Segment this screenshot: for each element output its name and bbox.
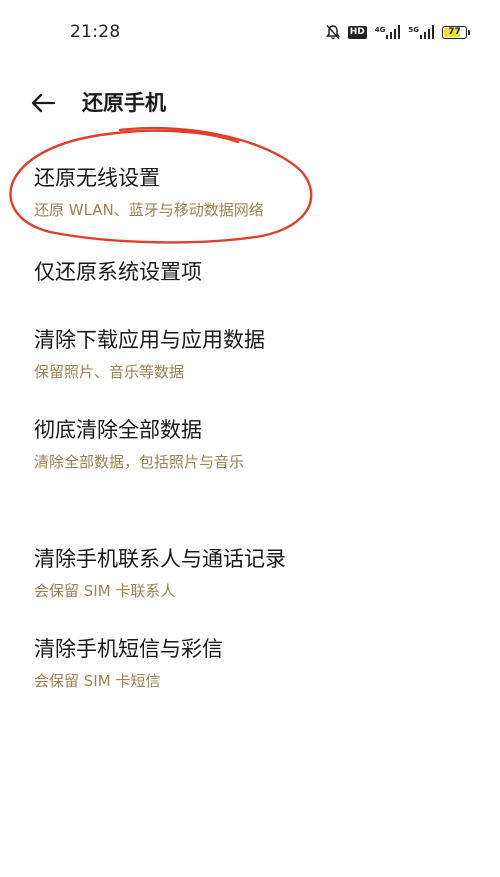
menu-item-clear-contacts[interactable]: 清除手机联系人与通话记录 会保留 SIM 卡联系人	[0, 545, 500, 615]
signal-4g-icon: 4G	[375, 25, 401, 39]
item-subtitle: 保留照片、音乐等数据	[34, 363, 185, 381]
status-time: 21:28	[70, 22, 121, 42]
net1-label: 4G	[374, 26, 386, 34]
battery-level: 77	[448, 26, 461, 37]
back-button[interactable]	[28, 88, 58, 118]
signal-5g-icon: 5G	[408, 25, 434, 39]
menu-item-reset-system-settings[interactable]: 仅还原系统设置项	[0, 258, 500, 302]
bell-mute-icon	[325, 24, 340, 40]
battery-body: 77	[442, 25, 467, 39]
battery-icon: 77	[442, 25, 470, 39]
menu-item-clear-apps[interactable]: 清除下载应用与应用数据 保留照片、音乐等数据	[0, 326, 500, 396]
arrow-left-icon	[31, 93, 56, 113]
item-title: 清除手机联系人与通话记录	[34, 547, 286, 571]
item-subtitle: 还原 WLAN、蓝牙与移动数据网络	[34, 201, 264, 219]
status-bar: 21:28 HD 4G 5G 77	[0, 0, 500, 64]
item-title: 彻底清除全部数据	[34, 418, 202, 442]
page-header: 还原手机	[0, 80, 500, 126]
menu-item-clear-messages[interactable]: 清除手机短信与彩信 会保留 SIM 卡短信	[0, 635, 500, 705]
item-title: 清除手机短信与彩信	[34, 637, 223, 661]
item-title: 仅还原系统设置项	[34, 260, 202, 284]
item-title: 清除下载应用与应用数据	[34, 328, 265, 352]
hd-icon: HD	[347, 25, 367, 39]
item-subtitle: 清除全部数据，包括照片与音乐	[34, 453, 245, 471]
item-title: 还原无线设置	[34, 166, 160, 190]
item-subtitle: 会保留 SIM 卡联系人	[34, 582, 176, 600]
battery-nub	[468, 29, 470, 35]
menu-item-reset-wireless[interactable]: 还原无线设置 还原 WLAN、蓝牙与移动数据网络	[0, 164, 500, 234]
item-subtitle: 会保留 SIM 卡短信	[34, 672, 161, 690]
status-icons: HD 4G 5G 77	[325, 21, 470, 43]
net2-label: 5G	[408, 26, 419, 34]
page-title: 还原手机	[82, 91, 166, 115]
menu-item-erase-all[interactable]: 彻底清除全部数据 清除全部数据，包括照片与音乐	[0, 416, 500, 486]
